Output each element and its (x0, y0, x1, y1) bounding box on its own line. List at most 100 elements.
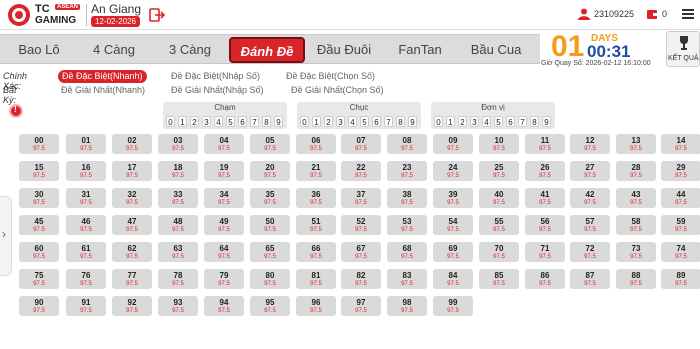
number-cell[interactable]: 79 97.5 (204, 269, 244, 289)
filter-digit-button[interactable]: 5 (360, 116, 369, 127)
number-cell[interactable]: 45 97.5 (19, 215, 59, 235)
number-cell[interactable]: 89 97.5 (661, 269, 700, 289)
filter-digit-button[interactable]: 7 (518, 116, 527, 127)
number-cell[interactable]: 27 97.5 (570, 161, 610, 181)
number-cell[interactable]: 30 97.5 (19, 188, 59, 208)
bet-option-de-giai-nhat-chon-so[interactable]: Đề Giải Nhất(Chọn Số) (288, 84, 387, 97)
number-cell[interactable]: 76 97.5 (66, 269, 106, 289)
number-cell[interactable]: 35 97.5 (250, 188, 290, 208)
number-cell[interactable]: 15 97.5 (19, 161, 59, 181)
filter-digit-button[interactable]: 4 (348, 116, 357, 127)
number-cell[interactable]: 63 97.5 (158, 242, 198, 262)
number-cell[interactable]: 81 97.5 (296, 269, 336, 289)
number-cell[interactable]: 68 97.5 (387, 242, 427, 262)
filter-digit-button[interactable]: 4 (482, 116, 491, 127)
number-cell[interactable]: 77 97.5 (112, 269, 152, 289)
number-cell[interactable]: 91 97.5 (66, 296, 106, 316)
number-cell[interactable]: 23 97.5 (387, 161, 427, 181)
filter-digit-button[interactable]: 3 (470, 116, 479, 127)
filter-digit-button[interactable]: 7 (250, 116, 259, 127)
tab-bau-cua[interactable]: Bầu Cua (460, 37, 532, 63)
number-cell[interactable]: 67 97.5 (341, 242, 381, 262)
tab-4-cang[interactable]: 4 Càng (78, 37, 150, 63)
number-cell[interactable]: 38 97.5 (387, 188, 427, 208)
number-cell[interactable]: 12 97.5 (570, 134, 610, 154)
number-cell[interactable]: 47 97.5 (112, 215, 152, 235)
number-cell[interactable]: 09 97.5 (433, 134, 473, 154)
number-cell[interactable]: 80 97.5 (250, 269, 290, 289)
filter-digit-button[interactable]: 9 (542, 116, 551, 127)
number-cell[interactable]: 53 97.5 (387, 215, 427, 235)
number-cell[interactable]: 98 97.5 (387, 296, 427, 316)
number-cell[interactable]: 65 97.5 (250, 242, 290, 262)
number-cell[interactable]: 37 97.5 (341, 188, 381, 208)
filter-digit-button[interactable]: 2 (458, 116, 467, 127)
number-cell[interactable]: 94 97.5 (204, 296, 244, 316)
number-cell[interactable]: 61 97.5 (66, 242, 106, 262)
number-cell[interactable]: 00 97.5 (19, 134, 59, 154)
filter-digit-button[interactable]: 8 (396, 116, 405, 127)
number-cell[interactable]: 78 97.5 (158, 269, 198, 289)
number-cell[interactable]: 82 97.5 (341, 269, 381, 289)
bet-option-de-dac-biet-nhanh[interactable]: Đề Đặc Biệt(Nhanh) (58, 70, 147, 83)
logout-icon[interactable] (149, 8, 165, 22)
filter-digit-button[interactable]: 0 (300, 116, 309, 127)
number-cell[interactable]: 54 97.5 (433, 215, 473, 235)
filter-digit-button[interactable]: 0 (434, 116, 443, 127)
number-cell[interactable]: 19 97.5 (204, 161, 244, 181)
filter-digit-button[interactable]: 8 (530, 116, 539, 127)
number-cell[interactable]: 14 97.5 (661, 134, 700, 154)
number-cell[interactable]: 99 97.5 (433, 296, 473, 316)
number-cell[interactable]: 75 97.5 (19, 269, 59, 289)
results-button[interactable]: KẾT QUẢ (666, 31, 700, 67)
number-cell[interactable]: 51 97.5 (296, 215, 336, 235)
number-cell[interactable]: 56 97.5 (525, 215, 565, 235)
number-cell[interactable]: 83 97.5 (387, 269, 427, 289)
filter-digit-button[interactable]: 3 (336, 116, 345, 127)
number-cell[interactable]: 84 97.5 (433, 269, 473, 289)
number-cell[interactable]: 46 97.5 (66, 215, 106, 235)
filter-digit-button[interactable]: 1 (312, 116, 321, 127)
bet-option-de-giai-nhat-nhanh[interactable]: Đề Giải Nhất(Nhanh) (58, 84, 148, 97)
number-cell[interactable]: 60 97.5 (19, 242, 59, 262)
number-cell[interactable]: 21 97.5 (296, 161, 336, 181)
filter-digit-button[interactable]: 6 (506, 116, 515, 127)
number-cell[interactable]: 73 97.5 (616, 242, 656, 262)
number-cell[interactable]: 34 97.5 (204, 188, 244, 208)
number-cell[interactable]: 41 97.5 (525, 188, 565, 208)
number-cell[interactable]: 25 97.5 (479, 161, 519, 181)
filter-digit-button[interactable]: 4 (214, 116, 223, 127)
filter-digit-button[interactable]: 1 (446, 116, 455, 127)
side-expand-arrow[interactable]: › (0, 196, 12, 276)
number-cell[interactable]: 33 97.5 (158, 188, 198, 208)
menu-icon[interactable] (682, 8, 694, 20)
number-cell[interactable]: 93 97.5 (158, 296, 198, 316)
filter-digit-button[interactable]: 9 (408, 116, 417, 127)
number-cell[interactable]: 11 97.5 (525, 134, 565, 154)
number-cell[interactable]: 08 97.5 (387, 134, 427, 154)
bet-option-de-giai-nhat-nhap-so[interactable]: Đề Giải Nhất(Nhập Số) (168, 84, 267, 97)
tab-3-cang[interactable]: 3 Càng (154, 37, 226, 63)
number-cell[interactable]: 16 97.5 (66, 161, 106, 181)
filter-digit-button[interactable]: 7 (384, 116, 393, 127)
number-cell[interactable]: 50 97.5 (250, 215, 290, 235)
user-icon[interactable] (578, 8, 590, 20)
bet-option-de-dac-biet-nhap-so[interactable]: Đề Đặc Biệt(Nhập Số) (168, 70, 263, 83)
filter-digit-button[interactable]: 2 (324, 116, 333, 127)
number-cell[interactable]: 10 97.5 (479, 134, 519, 154)
number-cell[interactable]: 24 97.5 (433, 161, 473, 181)
number-cell[interactable]: 07 97.5 (341, 134, 381, 154)
filter-digit-button[interactable]: 2 (190, 116, 199, 127)
tab-bao-lo[interactable]: Bao Lô (4, 37, 74, 63)
number-cell[interactable]: 02 97.5 (112, 134, 152, 154)
number-cell[interactable]: 62 97.5 (112, 242, 152, 262)
number-cell[interactable]: 17 97.5 (112, 161, 152, 181)
number-cell[interactable]: 69 97.5 (433, 242, 473, 262)
number-cell[interactable]: 70 97.5 (479, 242, 519, 262)
filter-digit-button[interactable]: 6 (238, 116, 247, 127)
number-cell[interactable]: 04 97.5 (204, 134, 244, 154)
number-cell[interactable]: 06 97.5 (296, 134, 336, 154)
filter-digit-button[interactable]: 5 (494, 116, 503, 127)
tab-fantan[interactable]: FanTan (384, 37, 456, 63)
filter-digit-button[interactable]: 6 (372, 116, 381, 127)
